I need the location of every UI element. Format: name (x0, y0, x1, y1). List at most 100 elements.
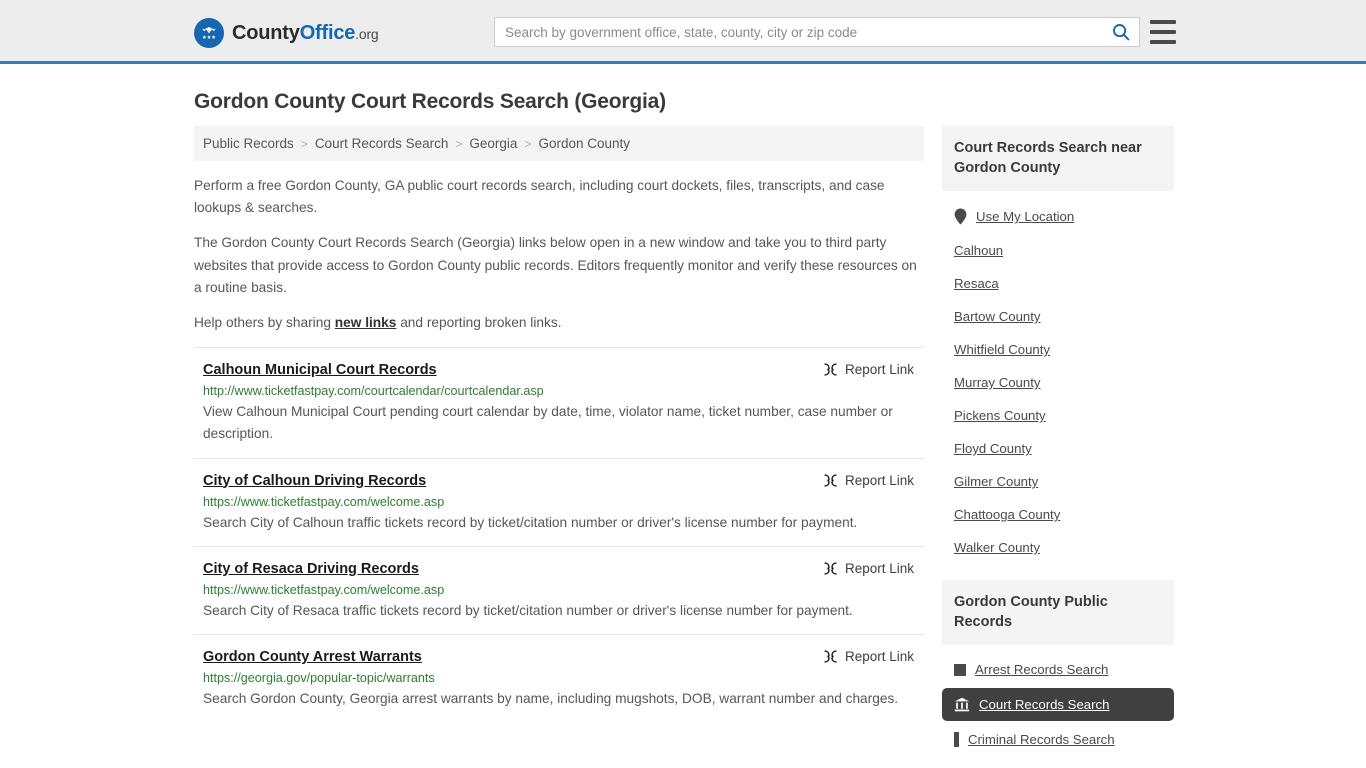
broken-link-icon (823, 362, 838, 377)
breadcrumb-item-georgia[interactable]: Georgia (469, 136, 517, 151)
sidebar-link-label[interactable]: Resaca (954, 276, 999, 291)
page-title: Gordon County Court Records Search (Geor… (194, 90, 1172, 114)
bank-icon (954, 697, 970, 712)
sidebar-public-records-heading: Gordon County Public Records (942, 580, 1174, 645)
logo-text-suffix: .org (355, 26, 378, 42)
result-title-link[interactable]: Gordon County Arrest Warrants (203, 649, 422, 665)
sidebar-item-calhoun[interactable]: Calhoun (942, 234, 1174, 267)
sidebar-link-label[interactable]: Calhoun (954, 243, 1003, 258)
sidebar-item-court-records-search[interactable]: Court Records Search (942, 688, 1174, 721)
result-url: https://www.ticketfastpay.com/welcome.as… (203, 495, 924, 509)
sidebar-link-label[interactable]: Murray County (954, 375, 1040, 390)
result-item: Calhoun Municipal Court Records Report L… (194, 347, 924, 457)
site-logo[interactable]: CountyOffice.org (194, 18, 379, 48)
report-link-button[interactable]: Report Link (823, 561, 924, 576)
result-description: Search City of Calhoun traffic tickets r… (203, 512, 924, 534)
intro-paragraph-1: Perform a free Gordon County, GA public … (194, 175, 924, 219)
share-text-before: Help others by sharing (194, 315, 335, 330)
result-header: Calhoun Municipal Court Records Report L… (203, 362, 924, 378)
report-link-button[interactable]: Report Link (823, 362, 924, 377)
sidebar-item-gilmer-county[interactable]: Gilmer County (942, 465, 1174, 498)
bar-icon (954, 732, 959, 747)
result-item: Gordon County Arrest Warrants Report Lin… (194, 634, 924, 722)
result-title-link[interactable]: City of Resaca Driving Records (203, 561, 419, 577)
content-row: Public Records > Court Records Search > … (194, 126, 1172, 756)
sidebar-link-label[interactable]: Pickens County (954, 408, 1046, 423)
result-url: https://www.ticketfastpay.com/welcome.as… (203, 583, 924, 597)
breadcrumb: Public Records > Court Records Search > … (194, 126, 924, 161)
broken-link-icon (823, 473, 838, 488)
logo-text-office: Office (300, 22, 355, 44)
sidebar-item-walker-county[interactable]: Walker County (942, 531, 1174, 564)
result-title-link[interactable]: City of Calhoun Driving Records (203, 473, 426, 489)
report-link-label: Report Link (845, 362, 914, 377)
hamburger-bar-2 (1150, 30, 1176, 34)
hamburger-bar-1 (1150, 20, 1176, 24)
hamburger-bar-3 (1150, 40, 1176, 44)
result-title-link[interactable]: Calhoun Municipal Court Records (203, 362, 437, 378)
search-icon (1112, 23, 1130, 41)
sidebar-link-label[interactable]: Floyd County (954, 441, 1032, 456)
sidebar-item-pickens-county[interactable]: Pickens County (942, 399, 1174, 432)
sidebar-item-use-my-location[interactable]: Use My Location (942, 199, 1174, 234)
result-item: City of Resaca Driving Records Report Li… (194, 546, 924, 634)
search-input[interactable] (495, 18, 1103, 46)
sidebar-link-label[interactable]: Court Records Search (979, 697, 1109, 712)
sidebar-nearby-list: Use My Location Calhoun Resaca Bartow Co… (942, 191, 1174, 564)
main-column: Public Records > Court Records Search > … (194, 126, 924, 756)
breadcrumb-item-public-records[interactable]: Public Records (203, 136, 294, 151)
new-links-link[interactable]: new links (335, 315, 397, 330)
breadcrumb-item-court-records-search[interactable]: Court Records Search (315, 136, 449, 151)
result-header: Gordon County Arrest Warrants Report Lin… (203, 649, 924, 665)
search-bar (494, 17, 1140, 47)
map-pin-icon (954, 208, 967, 225)
sidebar-item-whitfield-county[interactable]: Whitfield County (942, 333, 1174, 366)
square-icon (954, 664, 966, 676)
report-link-label: Report Link (845, 561, 914, 576)
breadcrumb-separator: > (301, 137, 308, 151)
sidebar-use-my-location-label[interactable]: Use My Location (976, 209, 1074, 224)
sidebar: Court Records Search near Gordon County … (942, 126, 1174, 756)
sidebar-item-floyd-county[interactable]: Floyd County (942, 432, 1174, 465)
breadcrumb-separator: > (455, 137, 462, 151)
sidebar-link-label[interactable]: Chattooga County (954, 507, 1060, 522)
sidebar-link-label[interactable]: Walker County (954, 540, 1040, 555)
sidebar-item-bartow-county[interactable]: Bartow County (942, 300, 1174, 333)
share-text-after: and reporting broken links. (396, 315, 561, 330)
search-button[interactable] (1103, 18, 1139, 46)
sidebar-item-criminal-records-search[interactable]: Criminal Records Search (942, 723, 1174, 756)
sidebar-link-label[interactable]: Gilmer County (954, 474, 1038, 489)
sidebar-item-resaca[interactable]: Resaca (942, 267, 1174, 300)
report-link-label: Report Link (845, 473, 914, 488)
sidebar-link-label[interactable]: Arrest Records Search (975, 662, 1108, 677)
report-link-button[interactable]: Report Link (823, 649, 924, 664)
sidebar-link-label[interactable]: Bartow County (954, 309, 1041, 324)
result-header: City of Resaca Driving Records Report Li… (203, 561, 924, 577)
logo-text-county: County (232, 22, 300, 44)
result-url: http://www.ticketfastpay.com/courtcalend… (203, 384, 924, 398)
result-description: View Calhoun Municipal Court pending cou… (203, 401, 924, 445)
result-description: Search City of Resaca traffic tickets re… (203, 600, 924, 622)
result-item: City of Calhoun Driving Records Report L… (194, 458, 924, 546)
breadcrumb-item-gordon-county[interactable]: Gordon County (538, 136, 630, 151)
report-link-button[interactable]: Report Link (823, 473, 924, 488)
result-header: City of Calhoun Driving Records Report L… (203, 473, 924, 489)
sidebar-item-chattooga-county[interactable]: Chattooga County (942, 498, 1174, 531)
eagle-logo-icon (194, 18, 224, 48)
sidebar-spacer (942, 564, 1174, 580)
result-description: Search Gordon County, Georgia arrest war… (203, 688, 924, 710)
sidebar-public-records-list: Arrest Records Search Court Records Sear… (942, 645, 1174, 756)
intro-paragraph-2: The Gordon County Court Records Search (… (194, 232, 924, 299)
sidebar-link-label[interactable]: Criminal Records Search (968, 732, 1115, 747)
breadcrumb-separator: > (524, 137, 531, 151)
sidebar-item-arrest-records-search[interactable]: Arrest Records Search (942, 653, 1174, 686)
result-url: https://georgia.gov/popular-topic/warran… (203, 671, 924, 685)
page-container: Gordon County Court Records Search (Geor… (0, 90, 1366, 756)
sidebar-link-label[interactable]: Whitfield County (954, 342, 1050, 357)
hamburger-menu-button[interactable] (1150, 20, 1176, 44)
report-link-label: Report Link (845, 649, 914, 664)
broken-link-icon (823, 649, 838, 664)
broken-link-icon (823, 561, 838, 576)
sidebar-item-murray-county[interactable]: Murray County (942, 366, 1174, 399)
sidebar-nearby-heading: Court Records Search near Gordon County (942, 126, 1174, 191)
